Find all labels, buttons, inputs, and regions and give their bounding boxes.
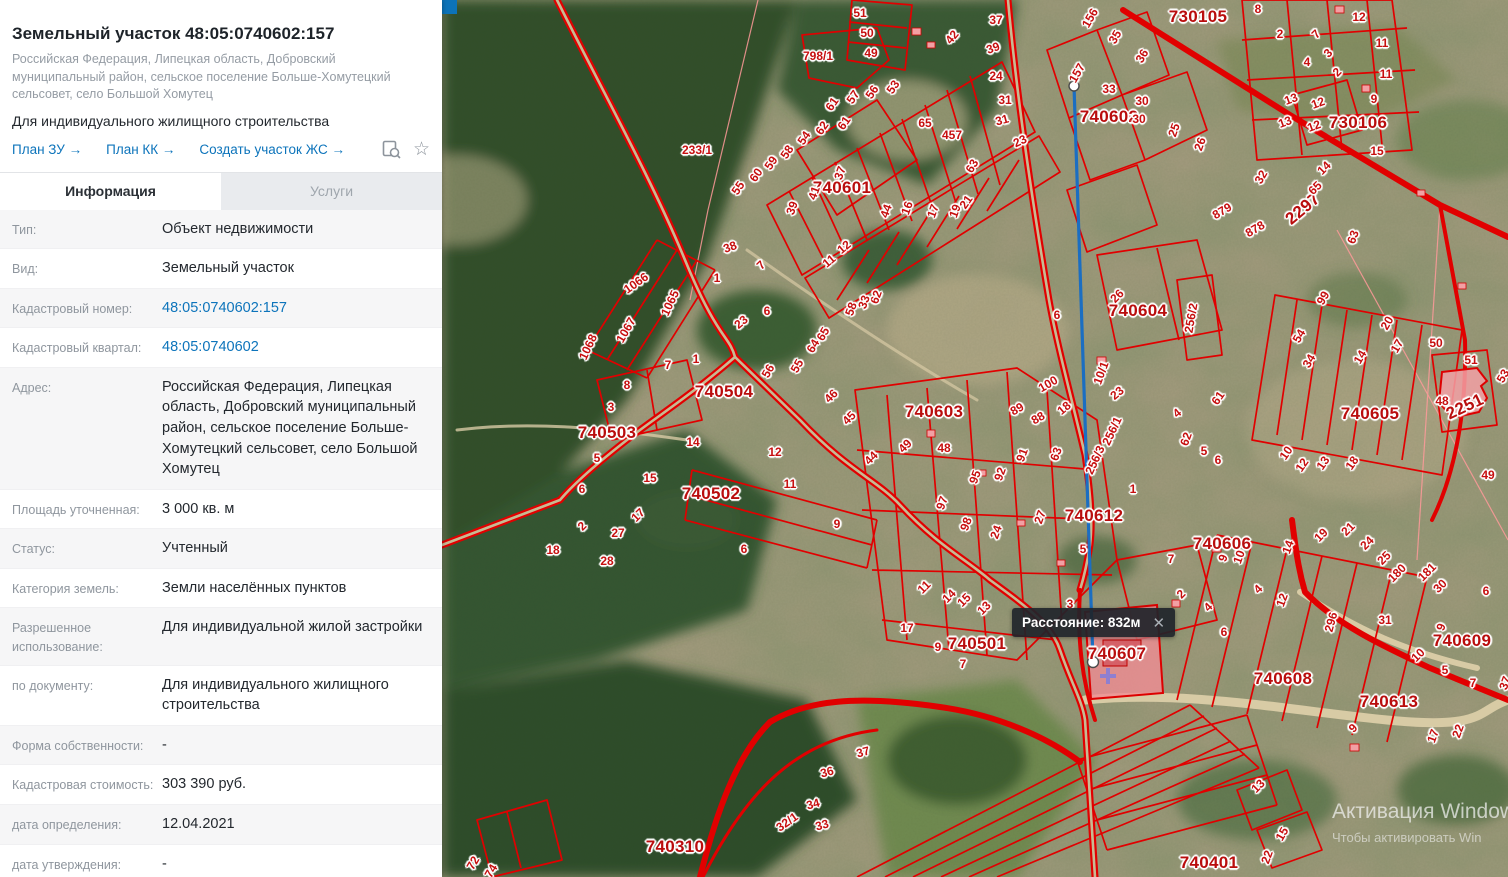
row-label: Адрес: (12, 380, 52, 395)
row-label: Статус: (12, 542, 55, 557)
header-icons: ☆ (382, 140, 430, 159)
row-value: Для индивидуального жилищного строительс… (162, 676, 389, 714)
row-label: Кадастровая стоимость: (12, 778, 154, 793)
info-row: Адрес: Российская Федерация, Липецкая об… (0, 367, 442, 490)
cadastral-number-link[interactable]: 48:05:0740602:157 (162, 298, 430, 319)
plan-search-icon[interactable] (382, 140, 401, 159)
cadastral-quarter-link[interactable]: 48:05:0740602 (162, 337, 430, 358)
row-value: 12.04.2021 (162, 816, 235, 832)
info-row: по документу: Для индивидуального жилищн… (0, 666, 442, 726)
info-row: Статус: Учтенный (0, 529, 442, 569)
row-label: дата утверждения: (12, 857, 122, 872)
app-window: 730105 730106 740601 740602 740603 740604 7406… (0, 0, 1508, 877)
row-value: - (162, 736, 167, 753)
info-row: Кадастровый номер: 48:05:0740602:157 (0, 288, 442, 329)
info-row: Разрешенное использование: Для индивидуа… (0, 608, 442, 666)
row-label: Вид: (12, 262, 39, 277)
row-value: - (162, 855, 167, 872)
row-label: Категория земель: (12, 581, 119, 596)
favorite-star-icon[interactable]: ☆ (413, 140, 430, 159)
info-row: дата утверждения: - (0, 845, 442, 877)
plan-kk-link[interactable]: План КК → (106, 142, 175, 157)
info-row: Вид: Земельный участок (0, 249, 442, 289)
row-value: Земельный участок (162, 260, 294, 277)
row-value: Земли населённых пунктов (162, 579, 347, 596)
info-row: Тип: Объект недвижимости (0, 209, 442, 250)
map-viewport[interactable] (442, 0, 1508, 877)
row-label: Кадастровый номер: (12, 301, 133, 316)
row-label: по документу: (12, 678, 94, 693)
row-value: 3 000 кв. м (162, 500, 235, 517)
create-zhs-link[interactable]: Создать участок ЖС → (199, 142, 345, 157)
satellite-map (442, 0, 1508, 877)
distance-tooltip: Расстояние: 832м ✕ (1012, 608, 1176, 637)
row-value: Объект недвижимости (162, 220, 314, 237)
action-links-row: План ЗУ → План КК → Создать участок ЖС → ☆ (12, 140, 430, 172)
row-label: Площадь уточненная: (12, 502, 140, 517)
row-label: Форма собственности: (12, 738, 144, 753)
distance-value: Расстояние: 832м (1022, 615, 1141, 630)
info-row: Площадь уточненная: 3 000 кв. м (0, 490, 442, 530)
parcel-address-subtitle: Российская Федерация, Липецкая область, … (12, 52, 391, 101)
info-rows: Тип: Объект недвижимости Вид: Земельный … (0, 209, 442, 877)
info-row: Форма собственности: - (0, 725, 442, 766)
info-row: дата определения: 12.04.2021 (0, 805, 442, 845)
close-icon[interactable]: ✕ (1152, 614, 1165, 632)
parcel-info-panel: Земельный участок 48:05:0740602:157 Росс… (0, 0, 442, 877)
row-label: дата определения: (12, 818, 122, 832)
page-title: Земельный участок 48:05:0740602:157 (12, 24, 335, 43)
tab-services[interactable]: Услуги (221, 173, 442, 210)
row-label: Кадастровый квартал: (12, 341, 142, 356)
plan-zu-link[interactable]: План ЗУ → (12, 142, 82, 157)
row-label: Разрешенное использование: (12, 621, 103, 654)
row-value: Для индивидуальной жилой застройки (162, 619, 423, 636)
tab-information[interactable]: Информация (0, 172, 221, 210)
row-value: Учтенный (162, 540, 228, 557)
row-value: Российская Федерация, Липецкая область, … (162, 378, 418, 478)
info-row: Кадастровая стоимость: 303 390 руб. (0, 765, 442, 805)
row-label: Тип: (12, 222, 37, 237)
tabs-bar: Информация Услуги (0, 171, 442, 210)
row-value: 303 390 руб. (162, 776, 247, 793)
info-row: Кадастровый квартал: 48:05:0740602 (0, 328, 442, 368)
parcel-usage-text: Для индивидуального жилищного строительс… (12, 112, 330, 129)
info-row: Категория земель: Земли населённых пункт… (0, 569, 442, 609)
panel-header: Земельный участок 48:05:0740602:157 Росс… (0, 0, 442, 172)
